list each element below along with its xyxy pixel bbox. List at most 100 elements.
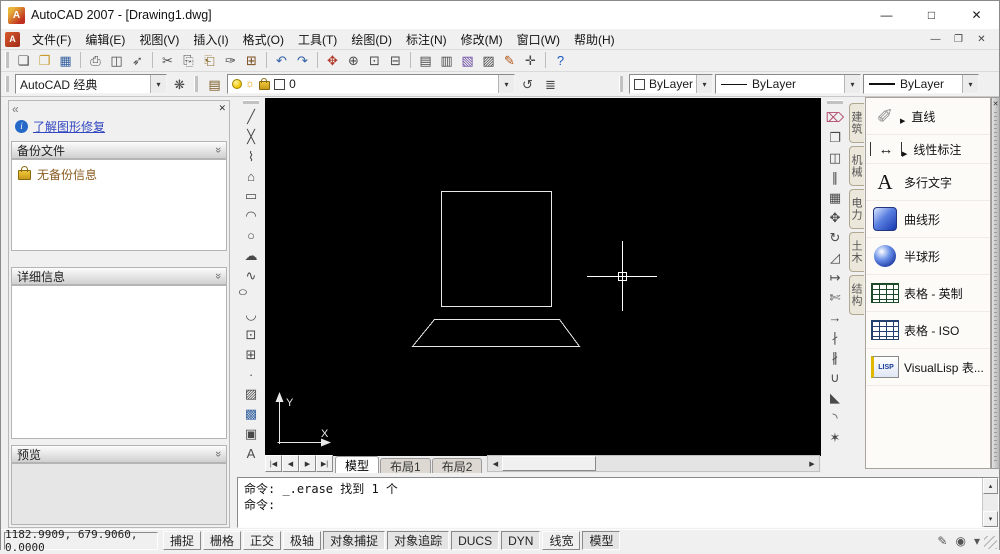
annotation-pencil-icon[interactable]: ✎ (937, 534, 947, 548)
next-layout-button[interactable]: ▶ (299, 455, 316, 472)
block-editor-icon[interactable]: ⊞ (241, 50, 262, 70)
scrollbar-thumb[interactable] (502, 456, 596, 471)
chevron-down-icon[interactable]: ▾ (498, 75, 514, 93)
mirror-icon[interactable]: ◫ (825, 147, 845, 167)
move-icon[interactable]: ✥ (825, 207, 845, 227)
menu-item[interactable]: 编辑(E) (78, 29, 132, 49)
menu-item[interactable]: 标注(N) (399, 29, 454, 49)
prev-layout-button[interactable]: ◀ (282, 455, 299, 472)
ellipse-arc-icon[interactable]: ◡ (241, 305, 261, 325)
layer-combo[interactable]: ☼ 0 ▾ (227, 74, 515, 94)
tool-palette-item[interactable]: ▶ 直线 (866, 98, 990, 135)
help-icon[interactable]: ? (550, 50, 571, 70)
copy-object-icon[interactable]: ❐ (825, 127, 845, 147)
tool-palette-item[interactable]: 多行文字 (866, 164, 990, 201)
plot-icon[interactable]: ⎙ (85, 50, 106, 70)
status-toggle-button[interactable]: 对象追踪 (387, 531, 449, 550)
join-icon[interactable]: ∪ (825, 367, 845, 387)
palette-tab[interactable]: 土木 (849, 232, 864, 272)
undo-icon[interactable]: ↶ (271, 50, 292, 70)
command-window[interactable]: 命令: _.erase 找到 1 个 命令: ▴ ▾ (237, 477, 999, 528)
panel-close-icon[interactable]: ✕ (218, 103, 226, 114)
toolbar-grip[interactable] (5, 52, 9, 68)
sheet-set-manager-icon[interactable]: ▨ (478, 50, 499, 70)
paste-icon[interactable]: ⎗ (199, 50, 220, 70)
stretch-icon[interactable]: ↦ (825, 267, 845, 287)
toolbar-grip[interactable] (619, 76, 623, 92)
workspace-settings-icon[interactable]: ❋ (169, 74, 190, 94)
status-toggle-button[interactable]: 线宽 (542, 531, 580, 550)
zoom-realtime-icon[interactable]: ⊕ (343, 50, 364, 70)
layer-on-icon[interactable] (232, 79, 242, 89)
doc-minimize-icon[interactable]: — (924, 31, 947, 47)
point-icon[interactable]: ∙ (241, 364, 261, 384)
palette-tab[interactable]: 建筑 (849, 103, 864, 143)
zoom-window-icon[interactable]: ⊡ (364, 50, 385, 70)
collapse-chevron-icon[interactable]: » (212, 273, 224, 279)
layer-previous-icon[interactable]: ↺ (517, 74, 538, 94)
revision-cloud-icon[interactable]: ☁ (241, 245, 261, 265)
chevron-down-icon[interactable]: ▾ (696, 75, 712, 93)
scroll-right-icon[interactable]: ▶ (805, 457, 819, 470)
layer-lock-icon[interactable] (259, 81, 270, 90)
offset-icon[interactable]: ∥ (825, 167, 845, 187)
redo-icon[interactable]: ↷ (292, 50, 313, 70)
menu-item[interactable]: 修改(M) (454, 29, 510, 49)
palette-tab[interactable]: 机械 (849, 146, 864, 186)
details-section-header[interactable]: 详细信息 » (11, 267, 227, 285)
properties-icon[interactable]: ▤ (415, 50, 436, 70)
scale-icon[interactable]: ◿ (825, 247, 845, 267)
status-toggle-button[interactable]: 极轴 (283, 531, 321, 550)
toolbar-grip[interactable] (5, 76, 9, 92)
fillet-icon[interactable]: ◝ (825, 407, 845, 427)
mtext-icon[interactable]: A (241, 443, 261, 463)
menu-item[interactable]: 插入(I) (186, 29, 235, 49)
erase-icon[interactable]: ⌦ (825, 107, 845, 127)
recovery-help-link[interactable]: 了解图形修复 (33, 118, 105, 135)
layer-states-icon[interactable]: ≣ (540, 74, 561, 94)
designcenter-icon[interactable]: ▥ (436, 50, 457, 70)
rotate-icon[interactable]: ↻ (825, 227, 845, 247)
maximize-button[interactable]: □ (909, 1, 954, 29)
menu-item[interactable]: 文件(F) (25, 29, 78, 49)
lineweight-combo[interactable]: ByLayer ▾ (863, 74, 979, 94)
break-icon[interactable]: ∦ (825, 347, 845, 367)
scroll-left-icon[interactable]: ◀ (488, 457, 502, 470)
cut-icon[interactable]: ✂ (157, 50, 178, 70)
command-history[interactable]: 命令: _.erase 找到 1 个 命令: (238, 478, 982, 527)
status-toggle-button[interactable]: 模型 (582, 531, 620, 550)
copy-icon[interactable]: ⎘ (178, 50, 199, 70)
scroll-up-icon[interactable]: ▴ (983, 478, 998, 494)
monitor-rectangle[interactable] (442, 192, 552, 307)
scroll-down-icon[interactable]: ▾ (983, 511, 998, 527)
status-toggle-button[interactable]: 正交 (243, 531, 281, 550)
coordinate-display[interactable]: 1182.9909, 679.9060, 0.0000 (4, 532, 158, 550)
last-layout-button[interactable]: ▶| (316, 455, 333, 472)
resize-grip[interactable] (984, 536, 997, 549)
hatch-icon[interactable]: ▨ (241, 384, 261, 404)
flyout-arrow-icon[interactable]: ▶ (900, 117, 905, 125)
doc-restore-icon[interactable]: ❐ (947, 31, 970, 47)
break-at-point-icon[interactable]: ∤ (825, 327, 845, 347)
gradient-icon[interactable]: ▩ (241, 404, 261, 424)
backup-section-header[interactable]: 备份文件 » (11, 141, 227, 159)
tool-palette-item[interactable]: ▶ 线性标注 (866, 135, 990, 164)
menu-item[interactable]: 格式(O) (236, 29, 291, 49)
tool-palette-item[interactable]: VisualLisp 表... (866, 349, 990, 386)
palette-close-icon[interactable]: ✕ (993, 100, 999, 108)
status-toggle-button[interactable]: DUCS (451, 531, 499, 550)
spline-icon[interactable]: ∿ (241, 265, 261, 285)
palette-tab[interactable]: 结构 (849, 275, 864, 315)
palette-grip[interactable] (994, 112, 997, 464)
markup-set-manager-icon[interactable]: ✎ (499, 50, 520, 70)
rectangle-icon[interactable]: ▭ (241, 186, 261, 206)
color-combo[interactable]: ByLayer ▾ (629, 74, 713, 94)
zoom-previous-icon[interactable]: ⊟ (385, 50, 406, 70)
horizontal-scrollbar[interactable]: ◀ ▶ (487, 455, 820, 472)
save-icon[interactable]: ▦ (55, 50, 76, 70)
trim-icon[interactable]: ✄ (825, 287, 845, 307)
extend-icon[interactable]: → (825, 307, 845, 327)
explode-icon[interactable]: ✶ (825, 427, 845, 447)
first-layout-button[interactable]: |◀ (265, 455, 282, 472)
match-properties-icon[interactable]: ✑ (220, 50, 241, 70)
